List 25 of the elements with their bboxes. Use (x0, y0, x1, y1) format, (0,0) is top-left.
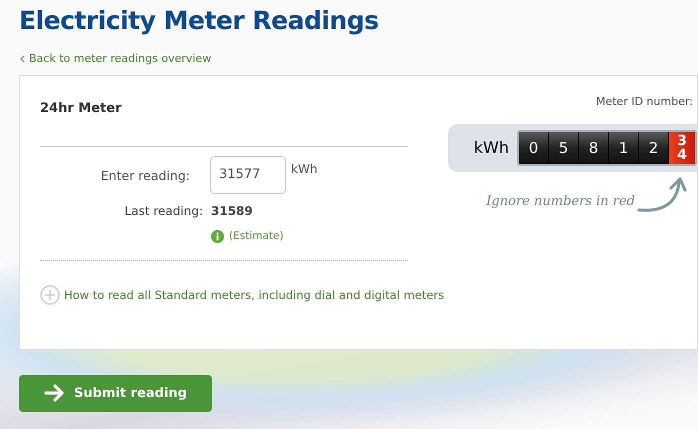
hint-text: Ignore numbers in red (486, 194, 635, 208)
last-wheel-digit: 3 (677, 134, 687, 148)
arrow-right-icon (44, 384, 66, 402)
reading-label: Enter reading: (100, 168, 191, 182)
meter-id-label: Meter ID number: (596, 94, 693, 110)
back-link[interactable]: Back to meter readings overview (19, 52, 212, 65)
meter-digit: 5 (549, 132, 579, 164)
last-reading-label: Last reading: (124, 204, 204, 218)
last-wheel-digit: 4 (677, 148, 687, 162)
help-link[interactable]: How to read all Standard meters, including dial and digital meters (64, 288, 444, 302)
estimate-note: (Estimate) (229, 230, 284, 242)
info-icon[interactable] (211, 230, 224, 242)
submit-button[interactable]: Submit reading (19, 374, 212, 412)
reading-input-field[interactable]: 31577 (210, 156, 286, 194)
page-title: Electricity Meter Readings (19, 5, 380, 37)
unit-label: kWh (474, 138, 509, 157)
unit-label: kWh (291, 162, 318, 176)
chevron-left-icon (19, 54, 25, 62)
meter-name: 24hr Meter (40, 100, 408, 146)
meter-digit: 0 (519, 132, 549, 164)
meter-digit: 1 (609, 132, 639, 164)
last-reading-value: 31589 (211, 204, 253, 218)
meter-digit: 8 (579, 132, 609, 164)
meter-digit: 2 (639, 132, 669, 164)
plus-circle-icon[interactable] (40, 284, 60, 304)
